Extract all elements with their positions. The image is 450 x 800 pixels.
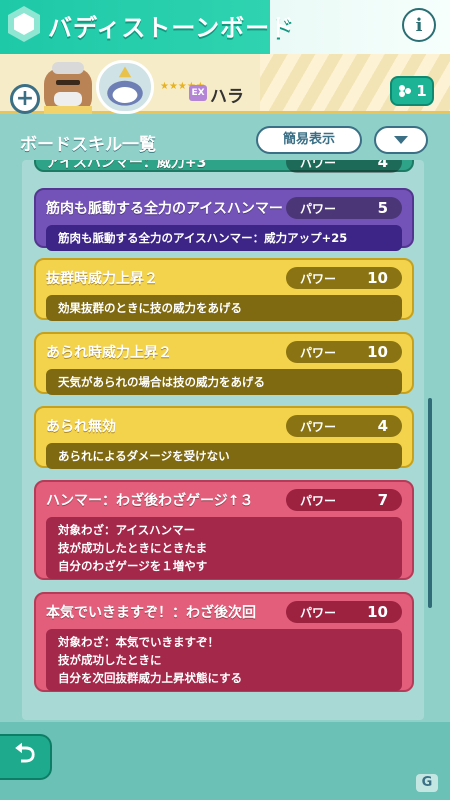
skill-name: ハンマー：わざ後わざゲージ↑３ bbox=[46, 493, 254, 509]
power-badge: パワー 10 bbox=[286, 601, 402, 623]
skill-header-row: 筋肉も脈動する全力のアイスハンマー パワー 5 bbox=[46, 196, 402, 220]
sync-count: 1 bbox=[416, 82, 427, 100]
power-value: 10 bbox=[367, 603, 388, 621]
back-arrow-icon: ⮌ bbox=[14, 739, 36, 769]
hexagon-logo-icon bbox=[8, 6, 40, 42]
skill-header-row: 本気でいきますぞ！：わざ後次回 パワー 10 bbox=[46, 600, 402, 624]
skill-name: あられ無効 bbox=[46, 419, 116, 435]
power-value: 7 bbox=[377, 491, 388, 509]
ex-badge: EX bbox=[189, 85, 207, 101]
description-line: 筋肉も脈動する全力のアイスハンマー：威力アップ+25 bbox=[58, 231, 348, 245]
skill-description: あられによるダメージを受けない bbox=[46, 443, 402, 469]
watermark-logo: G bbox=[416, 774, 438, 792]
skill-header-row: アイスハンマー：威力+3 パワー 4 bbox=[46, 160, 402, 174]
power-label: パワー bbox=[300, 160, 337, 170]
power-value: 5 bbox=[377, 199, 388, 217]
skill-card[interactable]: ハンマー：わざ後わざゲージ↑３ パワー 7 対象わざ：アイスハンマー 技が成功したときに… bbox=[34, 480, 414, 580]
rarity-stars: ★★★★★ bbox=[160, 81, 205, 92]
skill-card[interactable]: あられ時威力上昇２ パワー 10 天気があられの場合は技の威力をあげる bbox=[34, 332, 414, 395]
back-button[interactable]: ⮌ bbox=[0, 734, 52, 780]
skill-header-row: ハンマー：わざ後わざゲージ↑３ パワー 7 bbox=[46, 488, 402, 512]
trainer-portrait[interactable] bbox=[38, 58, 98, 114]
add-button[interactable]: + bbox=[10, 84, 40, 114]
skill-description: 対象わざ：アイスハンマー 技が成功したときにときたま 自分のわざゲージを１増やす bbox=[46, 517, 402, 579]
trainer-name: ハラ bbox=[210, 87, 244, 107]
pokemon-portrait[interactable] bbox=[96, 60, 154, 114]
power-badge: パワー 4 bbox=[286, 415, 402, 437]
description-line: 対象わざ：アイスハンマー bbox=[58, 523, 196, 537]
skill-header-row: あられ時威力上昇２ パワー 10 bbox=[46, 340, 402, 364]
info-icon: i bbox=[415, 14, 423, 36]
skill-name: 抜群時威力上昇２ bbox=[46, 271, 158, 287]
description-line: 対象わざ：本気でいきますぞ！ bbox=[58, 635, 219, 649]
power-value: 10 bbox=[367, 343, 388, 361]
skill-list[interactable]: アイスハンマー：威力+3 パワー 4 筋肉も脈動する全力のアイスハンマー パワー 5 筋肉も… bbox=[22, 160, 424, 720]
plus-icon: + bbox=[15, 86, 35, 111]
skill-name: あられ時威力上昇２ bbox=[46, 345, 172, 361]
skill-header-row: あられ無効 パワー 4 bbox=[46, 414, 402, 438]
power-badge: パワー 7 bbox=[286, 489, 402, 511]
info-button[interactable]: i bbox=[402, 8, 436, 42]
power-badge: パワー 10 bbox=[286, 267, 402, 289]
power-label: パワー bbox=[300, 201, 337, 216]
power-value: 4 bbox=[377, 160, 388, 171]
skill-description: 筋肉も脈動する全力のアイスハンマー：威力アップ+25 bbox=[46, 225, 402, 251]
power-label: パワー bbox=[300, 345, 337, 360]
skill-name: アイスハンマー：威力+3 bbox=[46, 160, 207, 171]
power-label: パワー bbox=[300, 605, 337, 620]
description-line: 技が成功したときにときたま bbox=[58, 541, 208, 555]
chevron-down-icon bbox=[394, 136, 408, 144]
description-line: 技が成功したときに bbox=[58, 653, 162, 667]
skill-description: 天気があられの場合は技の威力をあげる bbox=[46, 369, 402, 395]
list-header: ボードスキル一覧 簡易表示 bbox=[18, 126, 438, 162]
power-badge: パワー 4 bbox=[286, 160, 402, 173]
skill-name: 本気でいきますぞ！：わざ後次回 bbox=[46, 605, 256, 621]
power-badge: パワー 10 bbox=[286, 341, 402, 363]
description-line: 自分を次回抜群威力上昇状態にする bbox=[58, 671, 243, 685]
skill-card[interactable]: 本気でいきますぞ！：わざ後次回 パワー 10 対象わざ：本気でいきますぞ！ 技が成功した… bbox=[34, 592, 414, 692]
skill-card[interactable]: 抜群時威力上昇２ パワー 10 効果抜群のときに技の威力をあげる bbox=[34, 258, 414, 321]
page-title: バディストーンボード bbox=[48, 14, 296, 42]
buddy-group-icon bbox=[399, 85, 412, 97]
skill-card[interactable]: あられ無効 パワー 4 あられによるダメージを受けない bbox=[34, 406, 414, 469]
bottom-bar bbox=[0, 722, 450, 800]
sync-pair-button[interactable]: 1 bbox=[390, 76, 434, 106]
sort-dropdown-button[interactable] bbox=[374, 126, 428, 154]
power-badge: パワー 5 bbox=[286, 197, 402, 219]
skill-card[interactable]: 筋肉も脈動する全力のアイスハンマー パワー 5 筋肉も脈動する全力のアイスハンマー：威… bbox=[34, 188, 414, 251]
power-value: 4 bbox=[377, 417, 388, 435]
skill-description: 効果抜群のときに技の威力をあげる bbox=[46, 295, 402, 321]
simple-view-button[interactable]: 簡易表示 bbox=[256, 126, 362, 154]
skill-description: 対象わざ：本気でいきますぞ！ 技が成功したときに自分を次回抜群威力上昇状態にする bbox=[46, 629, 402, 691]
scrollbar[interactable] bbox=[428, 398, 432, 608]
power-label: パワー bbox=[300, 271, 337, 286]
list-title: ボードスキル一覧 bbox=[20, 135, 156, 155]
description-line: 自分のわざゲージを１増やす bbox=[58, 559, 208, 573]
header-bar: バディストーンボード bbox=[0, 0, 450, 54]
skill-header-row: 抜群時威力上昇２ パワー 10 bbox=[46, 266, 402, 290]
power-value: 10 bbox=[367, 269, 388, 287]
skill-name: 筋肉も脈動する全力のアイスハンマー bbox=[46, 201, 283, 217]
power-label: パワー bbox=[300, 493, 337, 508]
description-line: 効果抜群のときに技の威力をあげる bbox=[58, 301, 242, 315]
description-line: 天気があられの場合は技の威力をあげる bbox=[58, 375, 265, 389]
skill-card[interactable]: アイスハンマー：威力+3 パワー 4 bbox=[34, 160, 414, 174]
power-label: パワー bbox=[300, 419, 337, 434]
description-line: あられによるダメージを受けない bbox=[58, 449, 230, 463]
